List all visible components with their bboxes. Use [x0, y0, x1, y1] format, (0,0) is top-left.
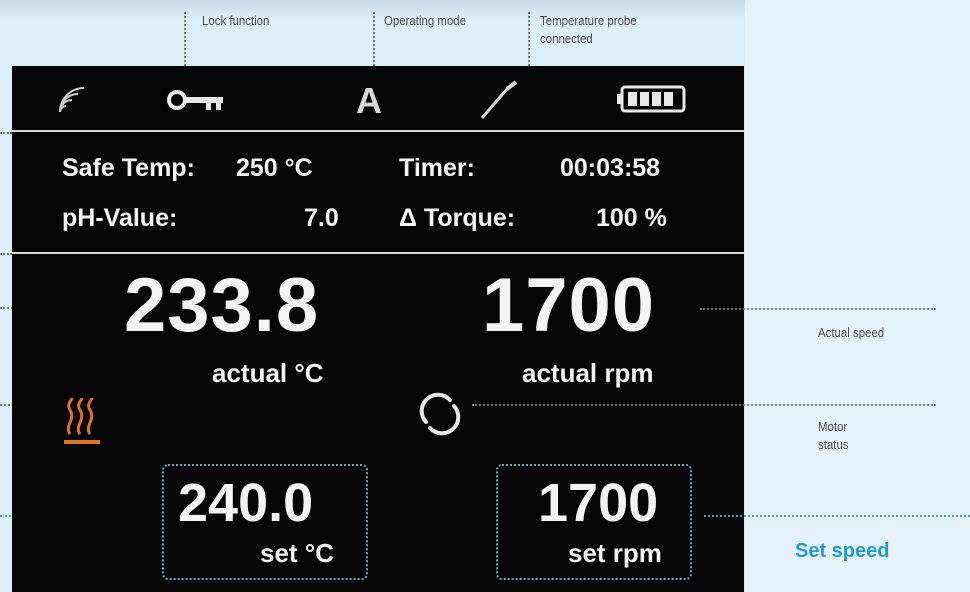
device-display: A Safe Temp: 250 °C Timer: 00:03:58 pH-V… [12, 66, 744, 592]
timer-label: Timer: [399, 154, 475, 182]
operating-mode-label: Operating mode [384, 13, 467, 28]
right-annotation-panel [745, 0, 970, 592]
set-temp-unit: set °C [260, 538, 334, 568]
actual-temp-value: 233.8 [124, 263, 320, 348]
probe-icon [480, 80, 518, 119]
actual-speed-value: 1700 [482, 263, 656, 348]
set-speed-unit: set rpm [568, 538, 662, 568]
actual-temp-unit: actual °C [212, 358, 324, 388]
safe-temp-value: 250 °C [236, 154, 313, 182]
set-speed-box[interactable]: 1700 set rpm [496, 464, 692, 580]
set-speed-label: Set speed [795, 540, 890, 562]
motor-status-icon [419, 392, 461, 436]
status-divider [12, 130, 744, 132]
probe-callout-line [528, 12, 530, 70]
actual-speed-callout-line [700, 308, 936, 310]
set-speed-value: 1700 [538, 473, 659, 533]
torque-value: 100 % [596, 204, 667, 232]
motor-status-label: Motor status [818, 419, 849, 452]
ph-label: pH-Value: [62, 204, 178, 232]
ph-value: 7.0 [304, 204, 339, 232]
info-divider [12, 252, 744, 254]
left-callout-line-1 [0, 132, 12, 134]
left-callout-line-2 [0, 253, 12, 255]
motor-status-callout-line [472, 404, 936, 406]
temperature-probe-label: Temperature probe connected [540, 13, 637, 46]
set-temp-value: 240.0 [178, 473, 314, 533]
lock-callout-line [184, 12, 186, 70]
set-speed-callout-line [704, 515, 970, 517]
set-temp-box[interactable]: 240.0 set °C [162, 464, 368, 580]
mode-callout-line [373, 12, 375, 70]
timer-value: 00:03:58 [560, 154, 661, 182]
actual-speed-label: Actual speed [818, 325, 885, 340]
signal-icon [59, 87, 85, 113]
safe-temp-label: Safe Temp: [62, 154, 195, 182]
lock-function-label: Lock function [202, 13, 270, 28]
operating-mode-indicator: A [356, 80, 382, 121]
heating-icon [64, 397, 100, 444]
torque-label: Δ Torque: [399, 204, 516, 232]
key-icon [167, 90, 223, 110]
battery-icon [617, 85, 686, 113]
actual-speed-unit: actual rpm [522, 358, 654, 388]
